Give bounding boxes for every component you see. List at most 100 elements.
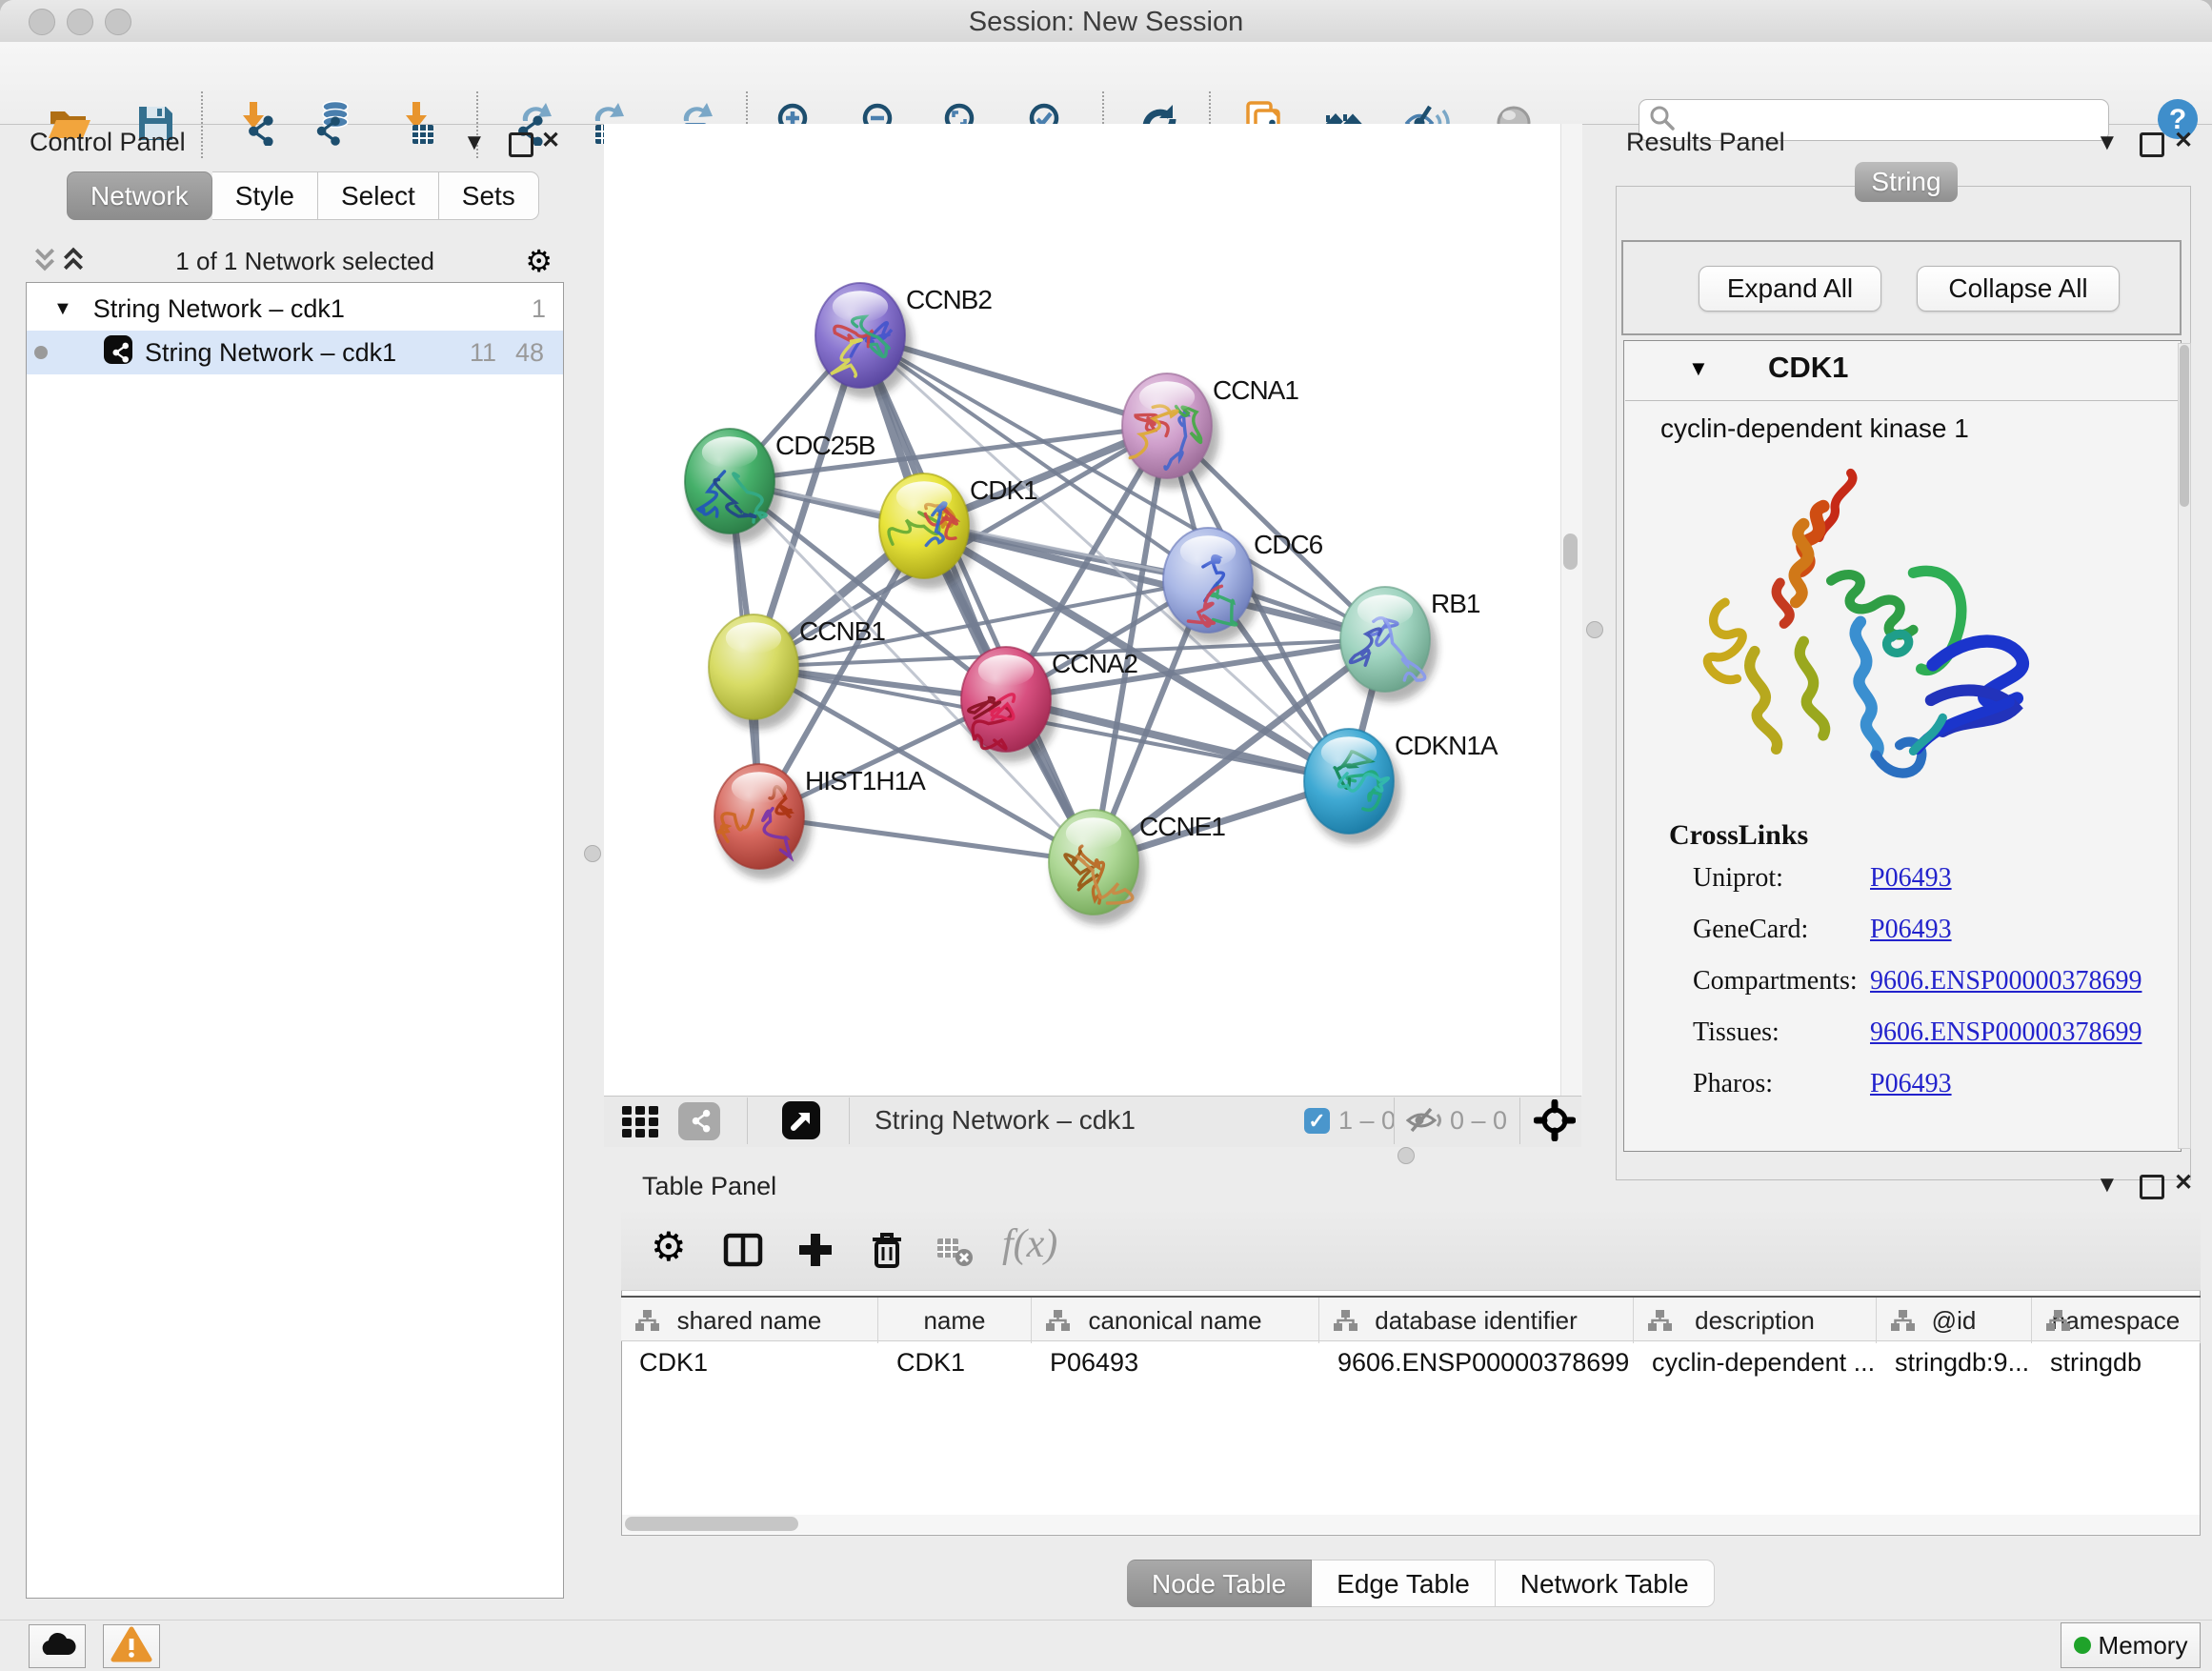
tab-select[interactable]: Select (318, 171, 439, 220)
network-selection-summary: 1 of 1 Network selected (85, 247, 525, 276)
main-toolbar: ? (0, 42, 2212, 125)
network-tree-child-row[interactable]: String Network – cdk1 11 48 (27, 331, 563, 374)
string-app-icon (103, 334, 133, 372)
tab-network[interactable]: Network (67, 171, 212, 220)
bottom-splitter-handle[interactable] (1398, 1147, 1415, 1164)
results-panel-float-icon[interactable]: ▼ (2096, 131, 2119, 154)
tab-network-table[interactable]: Network Table (1496, 1560, 1715, 1607)
results-panel-maximize-icon[interactable] (2140, 132, 2164, 157)
tab-edge-table[interactable]: Edge Table (1312, 1560, 1496, 1607)
network-canvas[interactable]: CCNB2CCNA1CDC25BCDK1CDC6RB1CCNB1CCNA2CDK… (604, 124, 1581, 1096)
control-panel-close-icon[interactable]: ✕ (541, 130, 560, 152)
table-panel-maximize-icon[interactable] (2140, 1175, 2164, 1199)
crosslink-value-link[interactable]: P06493 (1870, 863, 1952, 894)
column-header-shared-name[interactable]: shared name (621, 1298, 878, 1343)
import-table-icon (393, 100, 439, 151)
import-database-button[interactable] (307, 98, 360, 151)
crosslink-value-link[interactable]: P06493 (1870, 1069, 1952, 1099)
cloud-button[interactable] (29, 1624, 86, 1668)
table-cell[interactable]: cyclin-dependent ... (1634, 1341, 1877, 1383)
table-panel-float-icon[interactable]: ▼ (2096, 1174, 2119, 1197)
control-panel-maximize-icon[interactable] (509, 132, 533, 157)
function-builder-button[interactable]: f(x) (1002, 1221, 1057, 1267)
delete-table-icon[interactable] (935, 1235, 974, 1274)
table-cell[interactable]: CDK1 (621, 1341, 878, 1383)
crosslink-value-link[interactable]: 9606.ENSP00000378699 (1870, 1017, 2142, 1048)
cloud-icon (36, 1626, 78, 1667)
left-splitter-handle[interactable] (584, 845, 601, 862)
memory-button[interactable]: Memory (2061, 1622, 2201, 1668)
node-label: CCNB2 (906, 285, 992, 314)
tree-expander-icon[interactable]: ▼ (53, 298, 72, 320)
network-node-CDC25B[interactable]: CDC25B (685, 429, 875, 544)
node-label: CDC25B (775, 431, 875, 460)
tab-node-table[interactable]: Node Table (1127, 1560, 1312, 1607)
expand-all-icon[interactable] (62, 247, 85, 276)
network-node-CDC6[interactable]: CDC6 (1163, 528, 1323, 643)
import-network-button[interactable] (227, 98, 280, 151)
warning-icon (111, 1624, 152, 1669)
string-view-button[interactable] (678, 1102, 720, 1140)
network-node-CDK1[interactable]: CDK1 (879, 473, 1037, 589)
table-cell[interactable]: stringdb:9... (1877, 1341, 2032, 1383)
add-column-icon[interactable] (794, 1229, 836, 1276)
network-node-RB1[interactable]: RB1 (1340, 587, 1480, 702)
table-cell[interactable]: P06493 (1032, 1341, 1319, 1383)
canvas-vertical-scrollbar[interactable] (1560, 124, 1582, 1096)
control-panel-tabs: NetworkStyleSelectSets (67, 171, 539, 220)
fit-selected-crosshair-icon[interactable] (1534, 1099, 1576, 1146)
delete-column-icon[interactable] (865, 1227, 909, 1276)
column-header-description[interactable]: description (1634, 1298, 1877, 1343)
control-panel-float-icon[interactable]: ▼ (463, 131, 486, 154)
table-header-row: shared namename canonical name database id… (621, 1296, 2201, 1341)
network-graph[interactable]: CCNB2CCNA1CDC25BCDK1CDC6RB1CCNB1CCNA2CDK… (604, 124, 1581, 1096)
network-node-CDKN1A[interactable]: CDKN1A (1304, 729, 1498, 844)
node-label: CDC6 (1254, 530, 1323, 559)
table-cell[interactable]: 9606.ENSP00000378699 (1319, 1341, 1634, 1383)
right-splitter-handle[interactable] (1586, 621, 1603, 638)
memory-status-dot-icon (2074, 1637, 2091, 1654)
column-header-database-identifier[interactable]: database identifier (1319, 1298, 1634, 1343)
network-tree-root-row[interactable]: ▼ String Network – cdk1 1 (27, 287, 563, 331)
crosslink-value-link[interactable]: P06493 (1870, 915, 1952, 945)
column-header-canonical-name[interactable]: canonical name (1032, 1298, 1319, 1343)
column-header-name[interactable]: name (878, 1298, 1032, 1343)
table-panel-close-icon[interactable]: ✕ (2174, 1172, 2193, 1195)
table-cell[interactable]: stringdb (2032, 1341, 2201, 1383)
table-tabs: Node TableEdge TableNetwork Table (1127, 1560, 1715, 1607)
crosslink-value-link[interactable]: 9606.ENSP00000378699 (1870, 966, 2142, 997)
network-options-gear-icon[interactable]: ⚙ (525, 246, 553, 276)
import-table-button[interactable] (390, 98, 443, 151)
table-settings-gear-icon[interactable]: ⚙ (651, 1227, 687, 1267)
split-columns-icon[interactable] (722, 1229, 764, 1276)
tab-sets[interactable]: Sets (439, 171, 539, 220)
tab-string[interactable]: String (1855, 162, 1958, 202)
tab-style[interactable]: Style (212, 171, 318, 220)
network-node-HIST1H1A[interactable]: HIST1H1A (714, 764, 926, 879)
gene-section-collapse-icon[interactable]: ▼ (1688, 356, 1709, 381)
node-label: CCNB1 (799, 616, 885, 646)
column-header--id[interactable]: @id (1877, 1298, 2032, 1343)
node-label: CCNA2 (1052, 649, 1137, 678)
title-bar: Session: New Session (0, 0, 2212, 43)
network-node-CCNB2[interactable]: CCNB2 (815, 283, 992, 398)
canvas-vertical-scrollbar-thumb[interactable] (1563, 534, 1578, 570)
import-database-icon (311, 100, 356, 151)
collapse-all-icon[interactable] (33, 247, 56, 276)
collapse-all-button[interactable]: Collapse All (1917, 266, 2120, 312)
results-panel-close-icon[interactable]: ✕ (2174, 130, 2193, 152)
results-scrollbar-thumb[interactable] (2180, 345, 2189, 507)
hidden-elements-icon[interactable] (1406, 1105, 1442, 1140)
birdseye-view-icon[interactable] (781, 1100, 821, 1145)
column-header-namespace[interactable]: namespace (2032, 1298, 2201, 1343)
table-row[interactable]: CDK1CDK1P064939606.ENSP00000378699cyclin… (621, 1341, 2201, 1383)
control-panel-title: Control Panel (30, 128, 186, 157)
table-cell[interactable]: CDK1 (878, 1341, 1032, 1383)
warnings-button[interactable] (103, 1624, 160, 1668)
column-label: canonical name (1088, 1306, 1261, 1336)
selected-nodes-checkbox[interactable]: ✓ (1304, 1108, 1330, 1134)
expand-all-button[interactable]: Expand All (1699, 266, 1881, 312)
table-horizontal-scrollbar-thumb[interactable] (625, 1517, 798, 1531)
table-horizontal-scrollbar[interactable] (622, 1515, 2200, 1534)
grid-view-icon[interactable] (622, 1105, 662, 1144)
